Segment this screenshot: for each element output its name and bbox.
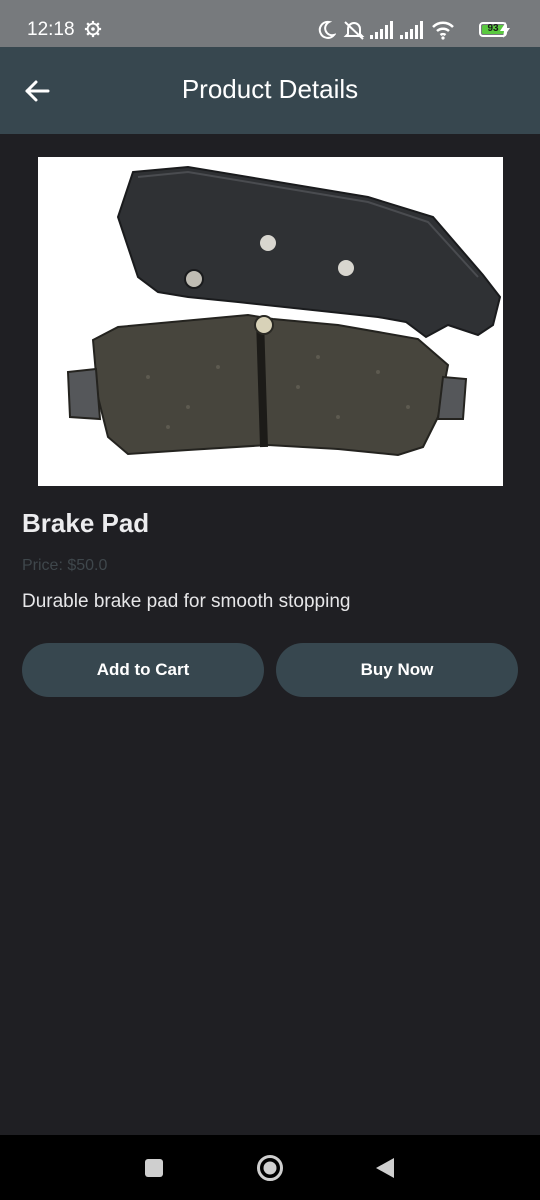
signal-icon bbox=[400, 21, 423, 39]
add-to-cart-button[interactable]: Add to Cart bbox=[22, 643, 264, 697]
wifi-icon bbox=[432, 21, 454, 40]
back-icon[interactable] bbox=[374, 1157, 396, 1179]
signal-icon bbox=[370, 21, 393, 39]
page-title: Product Details bbox=[181, 74, 359, 104]
product-description: Durable brake pad for smooth stopping bbox=[22, 591, 351, 612]
gear-icon bbox=[84, 20, 102, 38]
charging-icon bbox=[500, 22, 510, 38]
product-image bbox=[38, 157, 503, 486]
alarm-off-icon bbox=[343, 21, 365, 40]
product-price: Price: $50.0 bbox=[22, 557, 108, 574]
product-name: Brake Pad bbox=[22, 508, 150, 538]
brake-pad-illustration bbox=[66, 165, 502, 457]
status-bar: 12:18 93 bbox=[0, 0, 540, 47]
buy-now-button[interactable]: Buy Now bbox=[276, 643, 518, 697]
status-time: 12:18 bbox=[27, 19, 75, 40]
app-bar: Product Details bbox=[0, 47, 540, 134]
system-nav-bar bbox=[0, 1135, 540, 1200]
home-icon[interactable] bbox=[256, 1154, 284, 1182]
moon-icon bbox=[318, 20, 336, 39]
recents-icon[interactable] bbox=[144, 1158, 164, 1178]
